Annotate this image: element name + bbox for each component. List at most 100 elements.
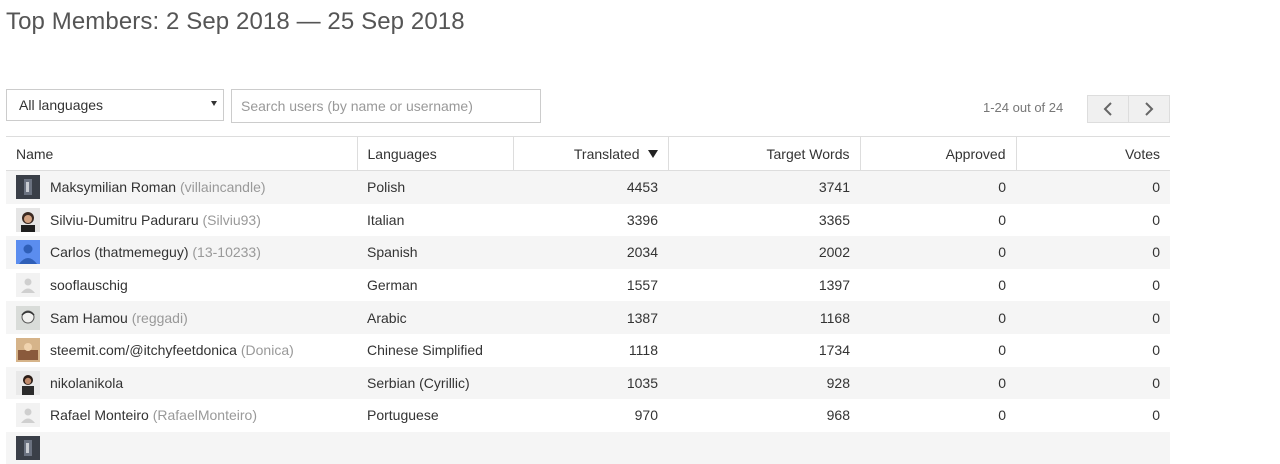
translated-count: 1118 [628,342,658,359]
avatar[interactable] [16,370,40,395]
member-username: (reggadi) [131,309,188,326]
chevron-left-icon [1103,102,1112,116]
member-name-link[interactable]: sooflauschig [50,277,128,293]
votes-count: 0 [1016,366,1170,400]
search-users-input[interactable] [231,89,541,123]
member-language: Serbian (Cyrillic) [357,366,513,400]
approved-count: 0 [860,366,1016,400]
votes-count: 0 [1152,277,1160,294]
approved-count: 0 [860,170,1016,204]
member-language: Arabic [357,301,513,334]
member-cell: sooflauschig [6,269,357,302]
member-username: (Donica) [240,342,294,359]
avatar[interactable] [16,338,40,363]
table-row[interactable]: steemit.com/@itchyfeetdonica (Donica) Chi… [6,334,1170,367]
sort-descending-icon [647,149,658,158]
approved-count: 0 [860,301,1016,334]
member-language: Italian [367,211,405,228]
member-cell: steemit.com/@itchyfeetdonica (Donica) [6,334,357,367]
table-row[interactable]: nikolanikola Serbian (Cyrillic) 1035 928 0 0 [6,366,1170,400]
caret-down-icon [211,101,217,106]
table-row[interactable]: Carlos (thatmemeguy) (13-10233) Spanish 20… [6,236,1170,269]
table-row[interactable]: Maksymilian Roman (villaincandle) Polish 4… [6,170,1170,204]
target-words-count: 928 [668,366,860,400]
target-words-count: 3365 [818,211,850,228]
member-name-link[interactable]: steemit.com/@itchyfeetdonica [50,342,237,358]
member-name-link[interactable]: Carlos (thatmemeguy) [50,244,189,260]
avatar[interactable] [16,273,40,298]
target-words-count [668,431,860,464]
target-words-count: 2002 [668,236,860,269]
pagination-info: 1-24 out of 24 [983,100,1064,115]
column-header-votes[interactable]: Votes [1015,136,1170,171]
target-words-count: 968 [826,407,850,424]
table-row[interactable] [6,431,1170,464]
target-words-count: 1734 [818,342,850,359]
member-cell: Maksymilian Roman (villaincandle) [6,170,357,204]
column-header-languages[interactable]: Languages [356,136,513,171]
target-words-count: 1397 [818,277,850,294]
member-name-link[interactable]: Silviu-Dumitru Paduraru [50,212,199,228]
table-row[interactable]: Rafael Monteiro (RafaelMonteiro) Portugue… [6,399,1170,432]
member-cell: Rafael Monteiro (RafaelMonteiro) [6,399,357,432]
member-language: German [367,277,418,294]
member-name-link[interactable]: Rafael Monteiro [50,407,149,423]
next-page-button[interactable] [1128,96,1169,122]
member-username: (RafaelMonteiro) [152,407,257,424]
page-title: Top Members: 2 Sep 2018 — 25 Sep 2018 [6,8,465,35]
column-header-name[interactable]: Name [6,136,357,171]
approved-count: 0 [998,277,1006,294]
member-cell: Silviu-Dumitru Paduraru (Silviu93) [6,204,357,237]
top-members-table: Name Languages Translated Target Words A… [6,136,1170,464]
votes-count: 0 [1152,407,1160,424]
table-row[interactable]: Silviu-Dumitru Paduraru (Silviu93) Italia… [6,204,1170,237]
target-words-count: 1168 [668,301,860,334]
member-username: (13-10233) [192,244,261,261]
approved-count: 0 [998,342,1006,359]
approved-count: 0 [860,236,1016,269]
member-username: (Silviu93) [202,211,261,228]
member-language: Chinese Simplified [367,342,483,359]
member-name-link[interactable]: nikolanikola [50,375,123,391]
member-username: (villaincandle) [179,179,266,196]
avatar[interactable] [16,403,40,428]
approved-count [860,431,1016,464]
column-header-target-words[interactable]: Target Words [667,136,860,171]
translated-count: 1035 [513,366,668,400]
member-language [357,431,513,464]
votes-count: 0 [1016,170,1170,204]
votes-count [1016,431,1170,464]
avatar[interactable] [16,207,40,232]
translated-count: 1387 [513,301,668,334]
table-row[interactable]: Sam Hamou (reggadi) Arabic 1387 1168 0 0 [6,301,1170,334]
table-header-row: Name Languages Translated Target Words A… [6,136,1170,171]
target-words-count: 3741 [668,170,860,204]
translated-count: 2034 [513,236,668,269]
member-cell [6,431,357,464]
approved-count: 0 [998,407,1006,424]
votes-count: 0 [1152,211,1160,228]
member-name-link[interactable]: Sam Hamou [50,310,128,326]
avatar[interactable] [16,240,40,265]
language-select-value: All languages [19,97,104,113]
column-header-translated[interactable]: Translated [512,136,668,171]
table-row[interactable]: sooflauschig German 1557 1397 0 0 [6,269,1170,302]
member-cell: Sam Hamou (reggadi) [6,301,357,334]
avatar[interactable] [16,175,40,200]
member-language: Portuguese [367,407,439,424]
member-language: Spanish [357,236,513,269]
language-select[interactable]: All languages [6,89,224,121]
translated-count: 3396 [626,211,658,228]
column-header-approved[interactable]: Approved [859,136,1016,171]
avatar[interactable] [16,305,40,330]
avatar[interactable] [16,436,40,461]
member-name-link[interactable]: Maksymilian Roman [50,179,176,195]
previous-page-button[interactable] [1088,96,1128,122]
votes-count: 0 [1016,236,1170,269]
translated-count [513,431,668,464]
translated-count: 1557 [626,277,658,294]
chevron-right-icon [1145,102,1154,116]
votes-count: 0 [1152,342,1160,359]
pagination-controls [1087,95,1170,123]
votes-count: 0 [1016,301,1170,334]
